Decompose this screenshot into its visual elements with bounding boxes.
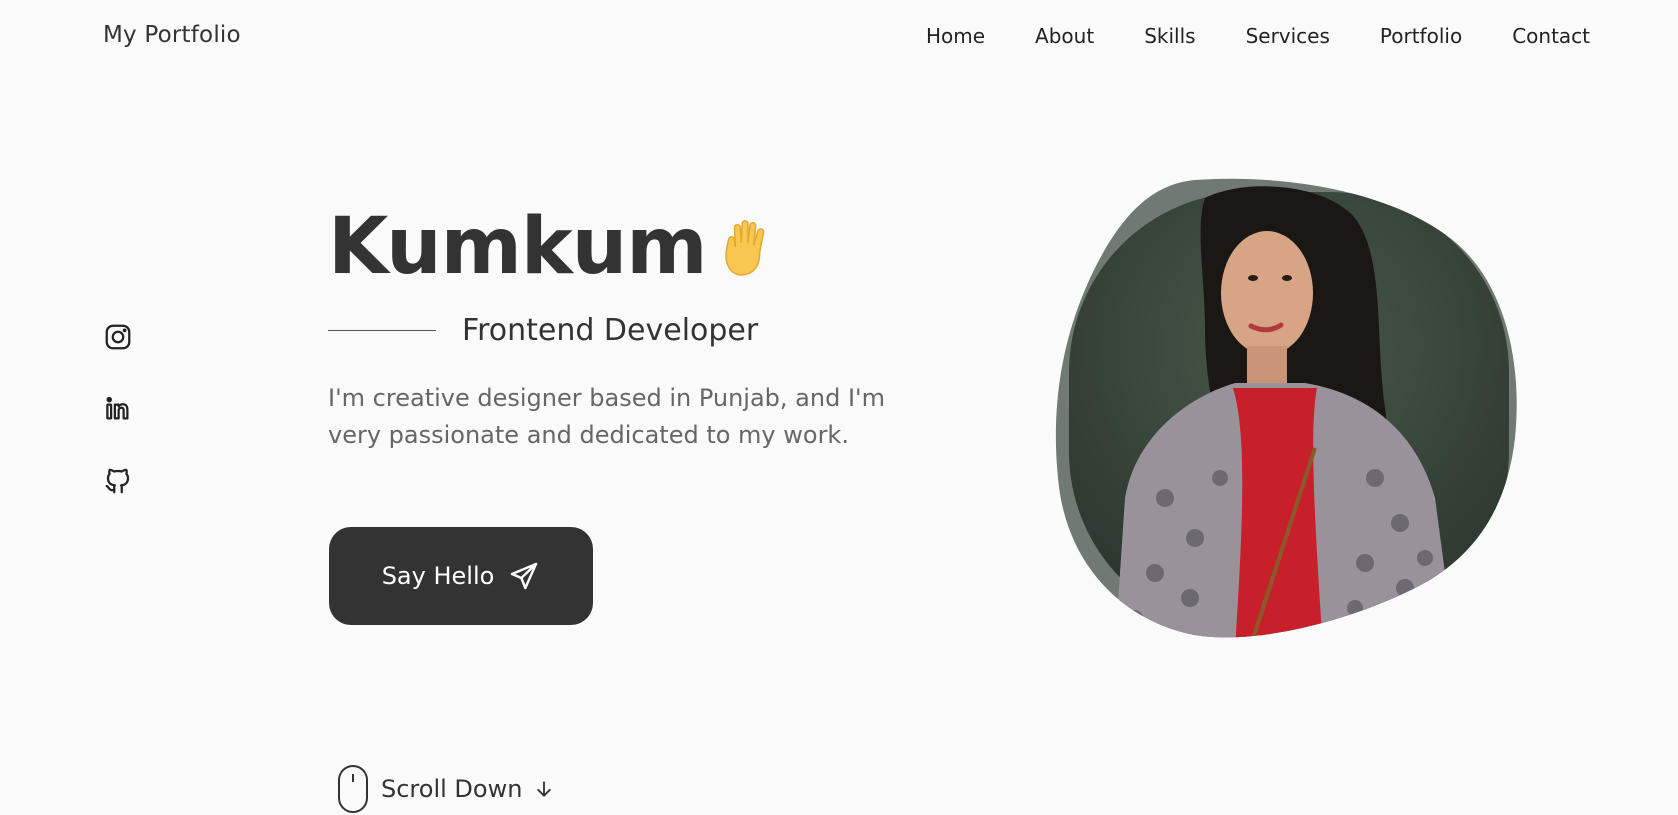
nav-contact[interactable]: Contact xyxy=(1512,24,1590,48)
nav-about[interactable]: About xyxy=(1035,24,1094,48)
subtitle-row: Frontend Developer xyxy=(328,313,758,348)
profile-photo xyxy=(1055,178,1517,638)
hero-title-row: Kumkum xyxy=(328,202,779,292)
hero-subtitle: Frontend Developer xyxy=(462,313,759,348)
github-icon[interactable] xyxy=(103,466,133,496)
main-nav: Home About Skills Services Portfolio Con… xyxy=(876,24,1590,48)
hero-name: Kumkum xyxy=(328,202,708,292)
nav-portfolio[interactable]: Portfolio xyxy=(1380,24,1462,48)
scroll-down[interactable]: Scroll Down xyxy=(337,764,554,814)
say-hello-label: Say Hello xyxy=(381,562,495,590)
nav-services[interactable]: Services xyxy=(1246,24,1330,48)
header: My Portfolio Home About Skills Services … xyxy=(0,0,1678,76)
mouse-icon xyxy=(338,765,368,813)
scroll-down-label: Scroll Down xyxy=(381,775,523,803)
waving-hand-icon xyxy=(724,220,764,276)
logo[interactable]: My Portfolio xyxy=(103,22,241,48)
hero-description: I'm creative designer based in Punjab, a… xyxy=(328,384,886,449)
linkedin-icon[interactable] xyxy=(103,394,133,424)
send-icon xyxy=(511,562,538,590)
arrow-down-icon xyxy=(537,781,552,797)
subtitle-divider xyxy=(328,330,436,331)
nav-skills[interactable]: Skills xyxy=(1144,24,1195,48)
social-links xyxy=(103,322,133,496)
instagram-icon[interactable] xyxy=(103,322,133,352)
nav-home[interactable]: Home xyxy=(926,24,985,48)
say-hello-button[interactable]: Say Hello xyxy=(329,527,593,625)
